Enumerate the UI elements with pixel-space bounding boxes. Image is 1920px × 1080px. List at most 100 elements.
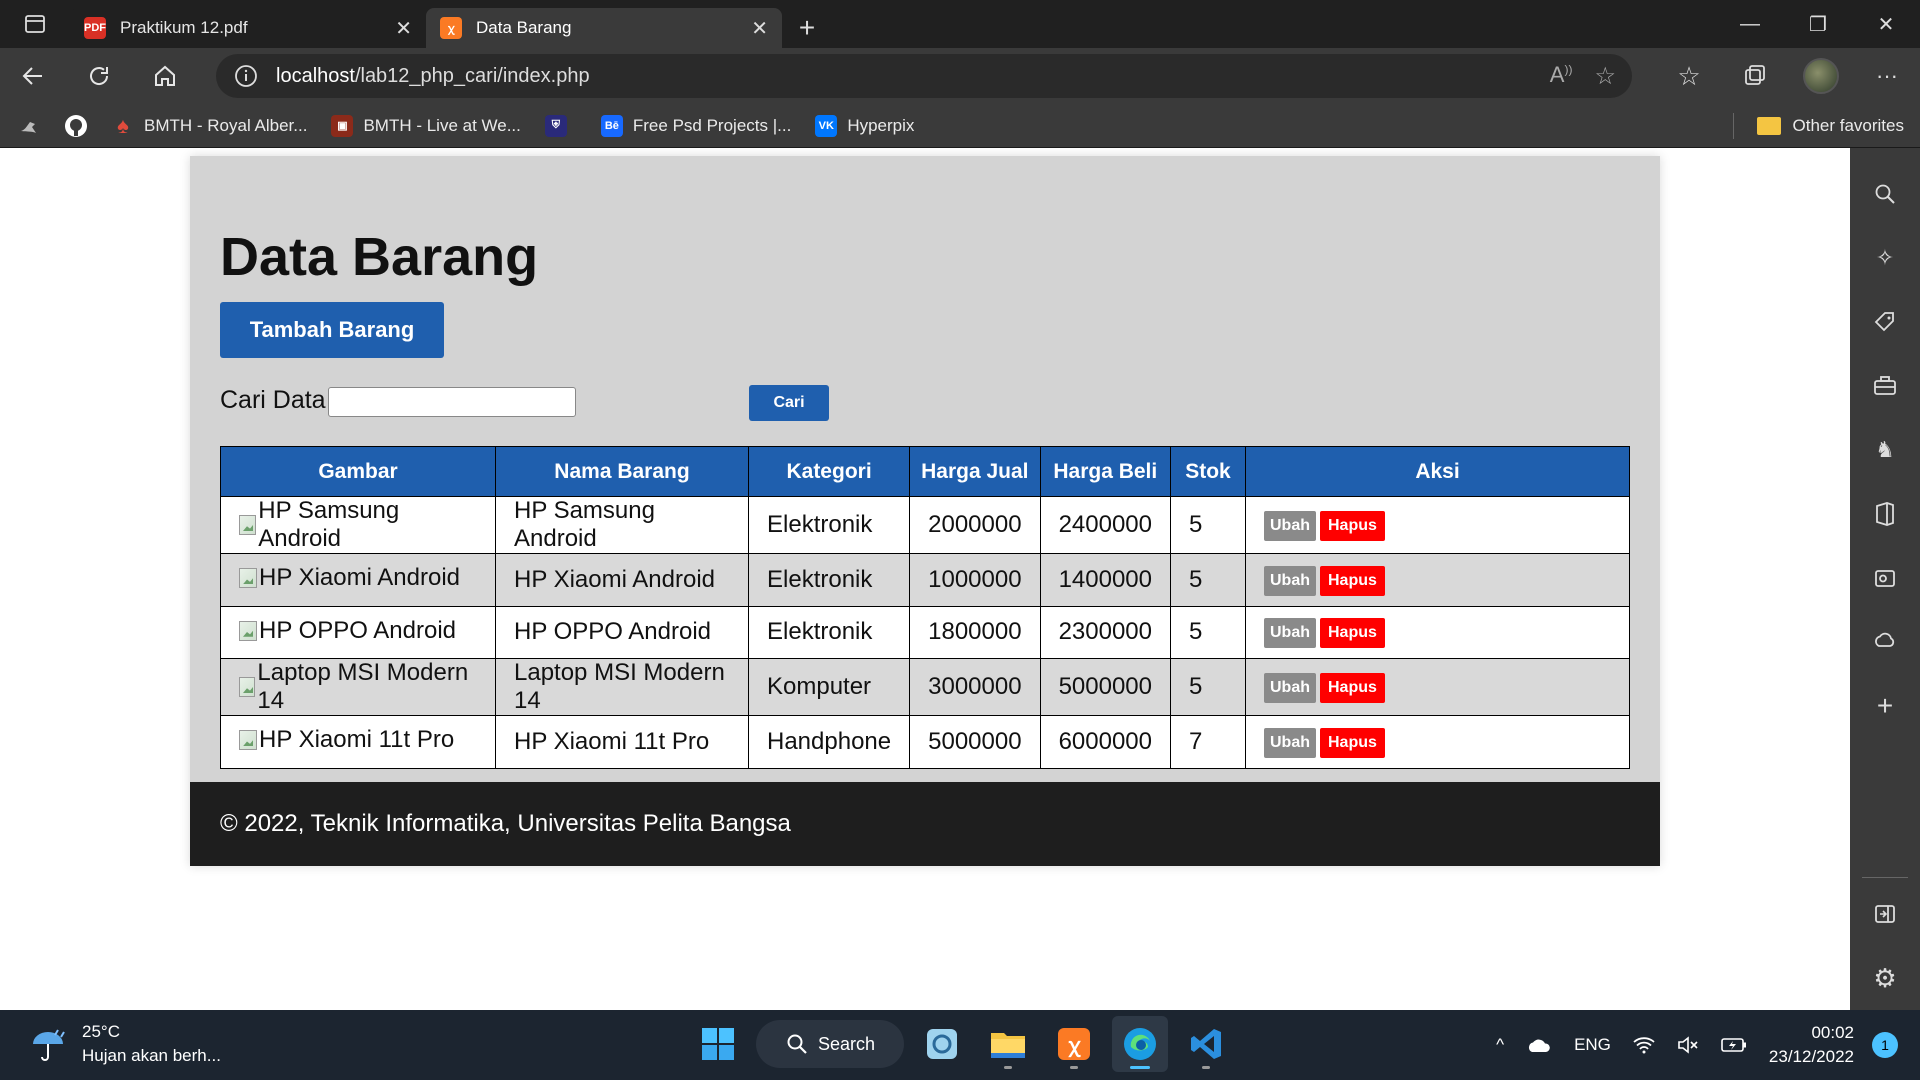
bookmark-free-psd[interactable]: Bē Free Psd Projects |... bbox=[600, 114, 791, 137]
games-icon[interactable]: ♞ bbox=[1850, 418, 1920, 482]
wifi-icon[interactable] bbox=[1633, 1036, 1655, 1054]
taskbar-app-remote[interactable] bbox=[914, 1016, 970, 1072]
running-indicator bbox=[1070, 1066, 1078, 1069]
delete-button[interactable]: Hapus bbox=[1320, 727, 1385, 758]
delete-button[interactable]: Hapus bbox=[1320, 673, 1385, 703]
show-hidden-icons-chevron-icon[interactable]: ^ bbox=[1496, 1035, 1504, 1055]
add-favorite-icon[interactable]: ☆ bbox=[1594, 62, 1616, 91]
search-icon[interactable] bbox=[1850, 162, 1920, 226]
taskbar-app-xampp[interactable]: ꭓ bbox=[1046, 1016, 1102, 1072]
bookmark-label: Hyperpix bbox=[847, 115, 915, 135]
collections-icon[interactable] bbox=[1722, 64, 1788, 88]
page-viewport: Data Barang Tambah Barang Cari Data Cari… bbox=[0, 148, 1850, 1010]
onedrive-cloud-icon[interactable] bbox=[1526, 1036, 1552, 1054]
cell-kategori: Elektronik bbox=[747, 496, 911, 554]
tab-praktikum-pdf[interactable]: PDF Praktikum 12.pdf ✕ bbox=[70, 8, 426, 48]
bookmark-label: BMTH - Royal Alber... bbox=[144, 115, 308, 135]
edit-button[interactable]: Ubah bbox=[1264, 673, 1316, 703]
bookmark-github[interactable] bbox=[64, 114, 88, 138]
delete-button[interactable]: Hapus bbox=[1320, 511, 1385, 541]
bookmark-crest[interactable]: ⛨ bbox=[544, 114, 577, 137]
edit-button[interactable]: Ubah bbox=[1264, 727, 1316, 758]
search-button[interactable]: Cari bbox=[749, 385, 829, 421]
windows-logo-icon bbox=[702, 1028, 734, 1060]
bookmark-bmth-live[interactable]: ▣ BMTH - Live at We... bbox=[331, 114, 521, 137]
favorites-icon[interactable]: ☆ bbox=[1656, 61, 1722, 92]
system-tray: ^ ENG 00:02 23/12/2022 1 bbox=[1496, 1010, 1920, 1080]
cell-harga-jual: 2000000 bbox=[909, 496, 1041, 554]
search-icon bbox=[787, 1034, 807, 1054]
taskbar-app-vscode[interactable] bbox=[1178, 1016, 1234, 1072]
notification-badge[interactable]: 1 bbox=[1872, 1032, 1898, 1058]
cell-harga-jual: 5000000 bbox=[909, 715, 1041, 769]
discover-icon[interactable]: ✧ bbox=[1850, 226, 1920, 290]
close-window-icon[interactable]: ✕ bbox=[1852, 0, 1920, 48]
office-icon[interactable] bbox=[1850, 482, 1920, 546]
main-container: Data Barang Tambah Barang Cari Data Cari… bbox=[190, 156, 1660, 866]
add-sidebar-app-icon[interactable]: + bbox=[1850, 674, 1920, 738]
profile-avatar[interactable] bbox=[1788, 58, 1854, 94]
hide-sidebar-icon[interactable] bbox=[1850, 882, 1920, 946]
page-footer: © 2022, Teknik Informatika, Universitas … bbox=[190, 782, 1660, 866]
speaker-muted-icon[interactable] bbox=[1677, 1036, 1699, 1054]
weather-widget[interactable]: 25°C Hujan akan berh... bbox=[28, 1020, 221, 1068]
edit-button[interactable]: Ubah bbox=[1264, 618, 1316, 649]
home-button[interactable] bbox=[132, 48, 198, 104]
weather-temperature: 25°C bbox=[82, 1022, 120, 1041]
header-harga-jual: Harga Jual bbox=[909, 446, 1041, 497]
back-button[interactable] bbox=[0, 48, 66, 104]
delete-button[interactable]: Hapus bbox=[1320, 618, 1385, 649]
taskbar-search[interactable]: Search bbox=[756, 1020, 904, 1068]
refresh-button[interactable] bbox=[66, 48, 132, 104]
broken-image-icon bbox=[239, 620, 257, 641]
edit-button[interactable]: Ubah bbox=[1264, 511, 1316, 541]
minimize-icon[interactable]: — bbox=[1716, 0, 1784, 48]
delete-button[interactable]: Hapus bbox=[1320, 565, 1385, 596]
cell-gambar: HP Samsung Android bbox=[220, 496, 496, 554]
taskbar-app-edge[interactable] bbox=[1112, 1016, 1168, 1072]
folder-icon bbox=[1756, 116, 1781, 135]
close-tab-icon[interactable]: ✕ bbox=[395, 16, 412, 41]
cell-stok: 5 bbox=[1170, 658, 1246, 716]
product-image: HP Samsung Android bbox=[239, 497, 477, 553]
settings-gear-icon[interactable]: ⚙ bbox=[1850, 946, 1920, 1010]
shopping-tag-icon[interactable] bbox=[1850, 290, 1920, 354]
bookmark-hyperpix[interactable]: VK Hyperpix bbox=[815, 114, 915, 137]
cell-harga-beli: 2400000 bbox=[1039, 496, 1172, 554]
cell-harga-beli: 6000000 bbox=[1039, 715, 1172, 769]
bookmark-bmth-royal[interactable]: ♠ BMTH - Royal Alber... bbox=[112, 113, 308, 138]
read-aloud-icon[interactable]: A)) bbox=[1550, 62, 1573, 91]
bookmark-extension[interactable] bbox=[18, 115, 40, 137]
close-tab-icon[interactable]: ✕ bbox=[751, 16, 768, 41]
cell-nama: HP Xiaomi Android bbox=[495, 553, 749, 607]
edit-button[interactable]: Ubah bbox=[1264, 565, 1316, 596]
battery-charging-icon[interactable] bbox=[1721, 1037, 1747, 1053]
header-aksi: Aksi bbox=[1245, 446, 1630, 497]
search-input[interactable] bbox=[328, 387, 576, 417]
home-icon bbox=[155, 65, 175, 86]
tools-icon[interactable] bbox=[1850, 354, 1920, 418]
clock[interactable]: 00:02 23/12/2022 bbox=[1769, 1021, 1854, 1069]
broken-image-icon bbox=[239, 677, 256, 697]
new-tab-button[interactable]: + bbox=[782, 8, 832, 48]
running-indicator bbox=[1202, 1066, 1210, 1069]
cell-aksi: Ubah Hapus bbox=[1245, 658, 1630, 716]
sidebar-divider bbox=[1862, 877, 1908, 878]
site-info-icon[interactable] bbox=[216, 64, 276, 88]
cell-nama: Laptop MSI Modern 14 bbox=[495, 658, 749, 716]
other-favorites[interactable]: Other favorites bbox=[1756, 116, 1904, 136]
restore-icon[interactable]: ❐ bbox=[1784, 0, 1852, 48]
address-bar[interactable]: localhost/lab12_php_cari/index.php A)) ☆ bbox=[216, 54, 1632, 98]
language-indicator[interactable]: ENG bbox=[1574, 1035, 1611, 1055]
add-item-button[interactable]: Tambah Barang bbox=[220, 302, 444, 358]
outlook-icon[interactable] bbox=[1850, 546, 1920, 610]
remote-desktop-icon bbox=[927, 1029, 957, 1059]
tab-actions-button[interactable] bbox=[0, 0, 70, 48]
start-button[interactable] bbox=[690, 1016, 746, 1072]
bookmark-label: BMTH - Live at We... bbox=[363, 115, 521, 135]
drop-icon[interactable] bbox=[1850, 610, 1920, 674]
tab-data-barang[interactable]: ꭓ Data Barang ✕ bbox=[426, 8, 782, 48]
more-options-icon[interactable]: ··· bbox=[1854, 63, 1920, 89]
cell-harga-jual: 1000000 bbox=[909, 553, 1041, 607]
taskbar-app-file-explorer[interactable] bbox=[980, 1016, 1036, 1072]
